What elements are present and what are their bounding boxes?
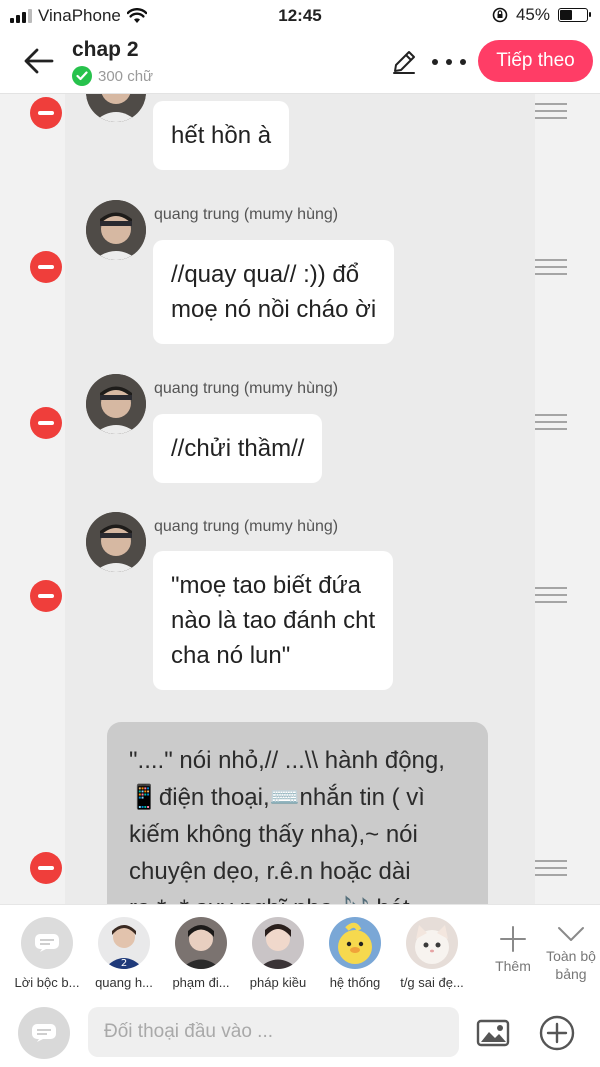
avatar [86,512,146,572]
chat-area[interactable]: hết hồn à quang trung (mumy hùng) //quay… [0,94,600,904]
character-bar: Lời bộc b... 2 quang h... phạm đi... phá… [0,904,600,992]
character-name: phạm đi... [172,975,230,990]
collapse-panel-button[interactable]: Toàn bộ bảng [543,925,599,983]
avatar: 2 [98,917,150,969]
pencil-icon[interactable] [390,48,418,76]
message-bubble[interactable]: //chửi thầm// [153,414,323,483]
delete-message-button[interactable] [30,251,62,283]
drag-handle-icon[interactable] [535,103,567,119]
chapter-header: chap 2 300 chữ Tiếp theo [0,32,600,94]
add-circle-icon[interactable] [539,1015,575,1051]
svg-text:2: 2 [121,958,127,969]
plus-icon [500,926,526,952]
check-icon [72,66,92,86]
drag-handle-icon[interactable] [535,259,567,275]
avatar [252,917,304,969]
back-arrow-icon[interactable] [22,46,56,76]
avatar [86,374,146,434]
drag-handle-icon[interactable] [535,414,567,430]
avatar [175,917,227,969]
character-narrator[interactable]: Lời bộc b... [12,917,82,990]
delete-message-button[interactable] [30,580,62,612]
word-count: 300 chữ [72,66,153,86]
battery-level [560,10,572,20]
character-name: quang h... [95,975,153,990]
delete-message-button[interactable] [30,97,62,129]
battery-percent: 45% [515,5,550,24]
collapse-label: Toàn bộ bảng [546,948,596,982]
character-name: t/g sai đẹ... [400,975,464,990]
character-item[interactable]: hệ thống [320,917,390,990]
character-item[interactable]: phạm đi... [166,917,236,990]
narration-bubble[interactable]: "...." nói nhỏ,// ...\\ hành động, 📱điện… [107,722,488,904]
chevron-down-icon [558,927,584,941]
sender-name: quang trung (mumy hùng) [154,206,339,223]
narration-icon [21,917,73,969]
add-character-button[interactable]: Thêm [485,925,541,975]
avatar [86,200,146,260]
character-item[interactable]: t/g sai đẹ... [397,917,467,990]
character-item[interactable]: pháp kiều [243,917,313,990]
message-bubble[interactable]: hết hồn à [153,101,290,170]
sender-name: quang trung (mumy hùng) [154,380,339,397]
character-name: pháp kiều [249,975,307,990]
character-name: hệ thống [329,975,381,990]
drag-handle-icon[interactable] [535,860,567,876]
character-name: Lời bộc b... [14,975,80,990]
message-bubble[interactable]: "moẹ tao biết đứa nào là tao đánh cht ch… [153,551,394,690]
delete-message-button[interactable] [30,852,62,884]
next-button[interactable]: Tiếp theo [478,40,593,82]
narration-mode-icon[interactable] [18,1007,70,1059]
add-label: Thêm [495,958,531,974]
character-item[interactable]: 2 quang h... [89,917,159,990]
input-bar [0,992,600,1067]
chapter-title: chap 2 [72,38,139,61]
image-icon[interactable] [476,1018,510,1048]
status-bar: VinaPhone 12:45 45% [0,0,600,32]
sender-name: quang trung (mumy hùng) [154,518,339,535]
cat-avatar [406,917,458,969]
battery-icon [558,8,591,22]
rotation-lock-icon [492,7,508,23]
delete-message-button[interactable] [30,407,62,439]
drag-handle-icon[interactable] [535,587,567,603]
more-options-icon[interactable] [432,48,466,76]
message-bubble[interactable]: //quay qua// :)) đổ moẹ nó nồi cháo ời [153,240,395,344]
duck-avatar [329,917,381,969]
word-count-text: 300 chữ [98,67,154,85]
dialogue-input[interactable] [88,1007,459,1057]
